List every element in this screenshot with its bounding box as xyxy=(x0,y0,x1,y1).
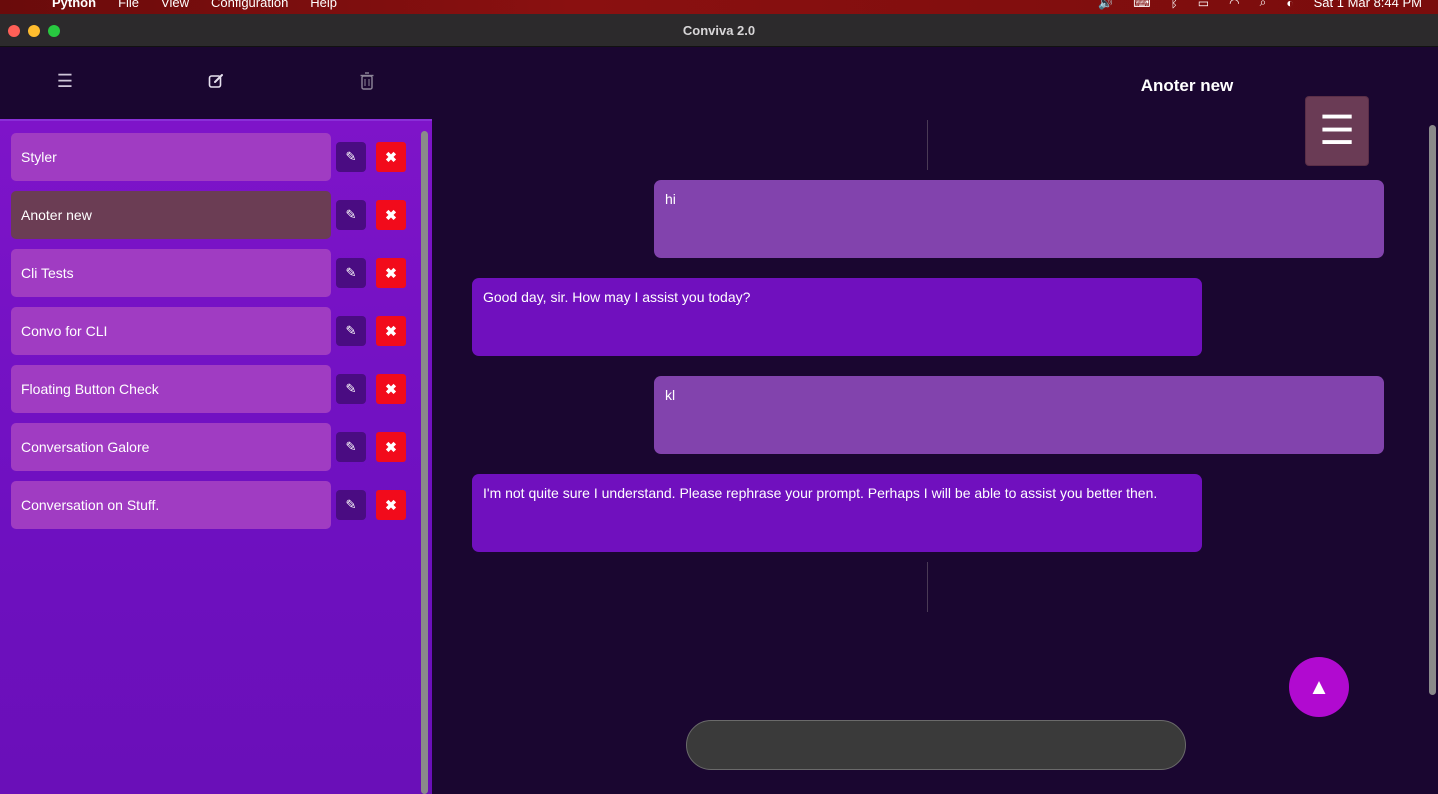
delete-conversation-button[interactable]: ✖ xyxy=(376,490,406,520)
hamburger-menu-icon: ☰ xyxy=(1319,109,1355,153)
new-conversation-button[interactable] xyxy=(204,69,228,93)
rename-conversation-button[interactable]: ✎ xyxy=(336,258,366,288)
close-x-icon: ✖ xyxy=(385,206,397,223)
conversation-item-anoter-new[interactable]: Anoter new xyxy=(11,191,331,239)
window-titlebar: Conviva 2.0 xyxy=(0,14,1438,47)
control-center-icon[interactable]: ◐ xyxy=(1286,0,1293,10)
delete-conversation-button[interactable]: ✖ xyxy=(376,200,406,230)
menu-app-name[interactable]: Python xyxy=(52,0,96,10)
conversation-item-convo-for-cli[interactable]: Convo for CLI xyxy=(11,307,331,355)
delete-all-button[interactable] xyxy=(355,69,379,93)
bluetooth-icon[interactable]: ᛒ xyxy=(1171,0,1178,10)
sidebar-toolbar: ☰ xyxy=(0,47,432,119)
battery-icon[interactable]: ▭ xyxy=(1198,0,1209,10)
delete-conversation-button[interactable]: ✖ xyxy=(376,374,406,404)
delete-conversation-button[interactable]: ✖ xyxy=(376,316,406,346)
conversation-sidebar: Styler ✎ ✖ Anoter new ✎ ✖ Cli Tests ✎ ✖ … xyxy=(0,119,432,794)
wifi-icon[interactable]: ◠ xyxy=(1229,0,1239,10)
assistant-message: I'm not quite sure I understand. Please … xyxy=(472,474,1202,552)
sidebar-scrollbar[interactable] xyxy=(421,131,428,794)
delete-conversation-button[interactable]: ✖ xyxy=(376,258,406,288)
chat-divider-bottom xyxy=(927,562,928,612)
assistant-message: Good day, sir. How may I assist you toda… xyxy=(472,278,1202,356)
delete-conversation-button[interactable]: ✖ xyxy=(376,432,406,462)
toggle-sidebar-button[interactable]: ☰ xyxy=(53,69,77,93)
pencil-icon: ✎ xyxy=(345,207,357,222)
edit-square-icon xyxy=(208,74,223,88)
close-x-icon: ✖ xyxy=(385,322,397,339)
menu-file[interactable]: File xyxy=(118,0,139,10)
rename-conversation-button[interactable]: ✎ xyxy=(336,432,366,462)
status-area: 🔊 ⌨ ᛒ ▭ ◠ ⌕ ◐ Sat 1 Mar 8:44 PM xyxy=(1098,0,1422,10)
conversation-item-conversation-galore[interactable]: Conversation Galore xyxy=(11,423,331,471)
rename-conversation-button[interactable]: ✎ xyxy=(336,142,366,172)
menu-icon: ☰ xyxy=(56,70,74,91)
close-x-icon: ✖ xyxy=(385,496,397,513)
keyboard-icon[interactable]: ⌨ xyxy=(1133,0,1150,10)
close-x-icon: ✖ xyxy=(385,438,397,455)
pencil-icon: ✎ xyxy=(345,497,357,512)
chat-scrollbar[interactable] xyxy=(1429,125,1436,695)
chat-options-button[interactable]: ☰ xyxy=(1306,97,1368,165)
conversation-item-cli-tests[interactable]: Cli Tests xyxy=(11,249,331,297)
rename-conversation-button[interactable]: ✎ xyxy=(336,200,366,230)
app-menus: Python File View Configuration Help xyxy=(52,0,337,10)
send-button[interactable]: ▲ xyxy=(1289,657,1349,717)
user-message: hi xyxy=(654,180,1384,258)
pencil-icon: ✎ xyxy=(345,323,357,338)
rename-conversation-button[interactable]: ✎ xyxy=(336,374,366,404)
close-x-icon: ✖ xyxy=(385,148,397,165)
pencil-icon: ✎ xyxy=(345,149,357,164)
chat-divider-top xyxy=(927,120,928,170)
spotlight-search-icon[interactable]: ⌕ xyxy=(1260,0,1267,10)
close-x-icon: ✖ xyxy=(385,380,397,397)
delete-conversation-button[interactable]: ✖ xyxy=(376,142,406,172)
conversation-item-conversation-on-stuff[interactable]: Conversation on Stuff. xyxy=(11,481,331,529)
macos-menubar: Python File View Configuration Help 🔊 ⌨ … xyxy=(0,0,1438,14)
message-input[interactable] xyxy=(686,720,1186,770)
close-x-icon: ✖ xyxy=(385,264,397,281)
trash-icon xyxy=(360,72,374,90)
pencil-icon: ✎ xyxy=(345,381,357,396)
app-area: ☰ Styler ✎ ✖ Anoter new ✎ ✖ Cli Tests ✎ … xyxy=(0,47,1438,794)
user-message: kl xyxy=(654,376,1384,454)
chat-title: Anoter new xyxy=(1140,76,1234,95)
conversation-item-floating-button-check[interactable]: Floating Button Check xyxy=(11,365,331,413)
pencil-icon: ✎ xyxy=(345,265,357,280)
volume-icon[interactable]: 🔊 xyxy=(1098,0,1113,10)
menu-view[interactable]: View xyxy=(161,0,189,10)
rename-conversation-button[interactable]: ✎ xyxy=(336,316,366,346)
menubar-clock[interactable]: Sat 1 Mar 8:44 PM xyxy=(1314,0,1422,10)
arrow-up-icon: ▲ xyxy=(1308,674,1330,699)
rename-conversation-button[interactable]: ✎ xyxy=(336,490,366,520)
menu-configuration[interactable]: Configuration xyxy=(211,0,288,10)
conversation-item-styler[interactable]: Styler xyxy=(11,133,331,181)
menu-help[interactable]: Help xyxy=(310,0,337,10)
window-title: Conviva 2.0 xyxy=(682,23,756,38)
pencil-icon: ✎ xyxy=(345,439,357,454)
